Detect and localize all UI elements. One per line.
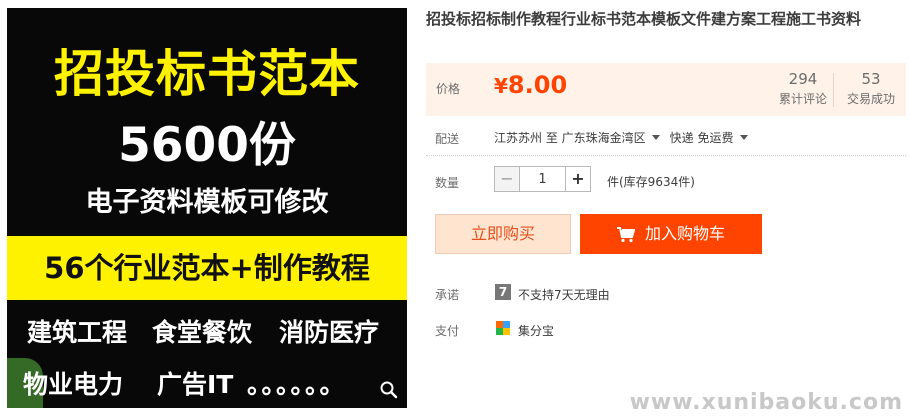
ship-from: 江苏苏州 至 (494, 131, 558, 145)
zoom-icon[interactable] (379, 380, 399, 400)
no-return-icon: 7 (495, 284, 511, 300)
add-to-cart-label: 加入购物车 (644, 224, 725, 243)
dotted-divider (426, 155, 906, 156)
shipping-info: 江苏苏州 至 广东珠海金湾区 快递 免运费 (494, 129, 758, 146)
price-amount: 8.00 (507, 71, 568, 99)
promise-text[interactable]: 不支持7天无理由 (518, 286, 610, 303)
quantity-label: 数量 (435, 176, 460, 190)
decrease-button[interactable]: − (494, 166, 520, 192)
ship-destination: 广东珠海金湾区 (561, 131, 646, 145)
stat-divider (833, 73, 834, 107)
reviews-label: 累计评论 (778, 92, 827, 106)
ship-method: 快递 免运费 (669, 131, 734, 145)
hero-category: 广告IT (157, 370, 234, 399)
cart-icon (616, 226, 635, 242)
increase-button[interactable]: + (565, 166, 591, 192)
chevron-down-icon (739, 135, 748, 140)
product-image[interactable]: 招投标书范本 5600份 电子资料模板可修改 56个行业范本+制作教程 建筑工程… (7, 8, 407, 408)
payment-label: 支付 (435, 324, 460, 338)
hero-category: 消防医疗 (279, 318, 380, 347)
hero-category: 物业电力 (23, 370, 124, 399)
shipping-label: 配送 (435, 132, 460, 146)
payment-method: 集分宝 (518, 324, 555, 338)
promise-label: 承诺 (435, 288, 460, 302)
stock-info: 件(库存9634件) (607, 175, 695, 189)
ship-destination-select[interactable]: 广东珠海金湾区 (562, 131, 670, 145)
reviews-count: 294 (788, 70, 818, 88)
hero-ellipsis: 。。。。。。 (247, 370, 347, 399)
site-watermark: www.xunibaoku.com (629, 390, 903, 415)
price-value: ¥8.00 (494, 71, 567, 99)
quantity-input[interactable] (519, 166, 566, 192)
hero-band-text: 56个行业范本+制作教程 (44, 251, 370, 285)
buy-now-button[interactable]: 立即购买 (435, 214, 571, 254)
hero-subtitle: 电子资料模板可修改 (85, 187, 329, 218)
deals-label: 交易成功 (846, 92, 895, 106)
hero-category: 食堂餐饮 (152, 318, 253, 347)
jifenbao-icon (496, 321, 510, 335)
currency-symbol: ¥ (494, 74, 508, 98)
hero-count: 5600份 (118, 118, 296, 173)
deals-stat: 53 交易成功 (844, 70, 898, 107)
ship-method-select[interactable]: 快递 免运费 (670, 131, 758, 145)
product-title: 招投标招标制作教程行业标书范本模板文件建方案工程施工书资料 (426, 10, 862, 28)
hero-headline: 招投标书范本 (54, 45, 360, 103)
hero-yellow-band: 56个行业范本+制作教程 (7, 236, 407, 300)
add-to-cart-button[interactable]: 加入购物车 (580, 214, 762, 254)
deals-count: 53 (861, 70, 881, 88)
chevron-down-icon (651, 135, 660, 140)
reviews-stat[interactable]: 294 累计评论 (778, 70, 828, 107)
price-label: 价格 (436, 82, 461, 96)
price-panel: 价格 ¥8.00 294 累计评论 53 交易成功 (426, 63, 906, 116)
hero-category: 建筑工程 (27, 318, 128, 347)
